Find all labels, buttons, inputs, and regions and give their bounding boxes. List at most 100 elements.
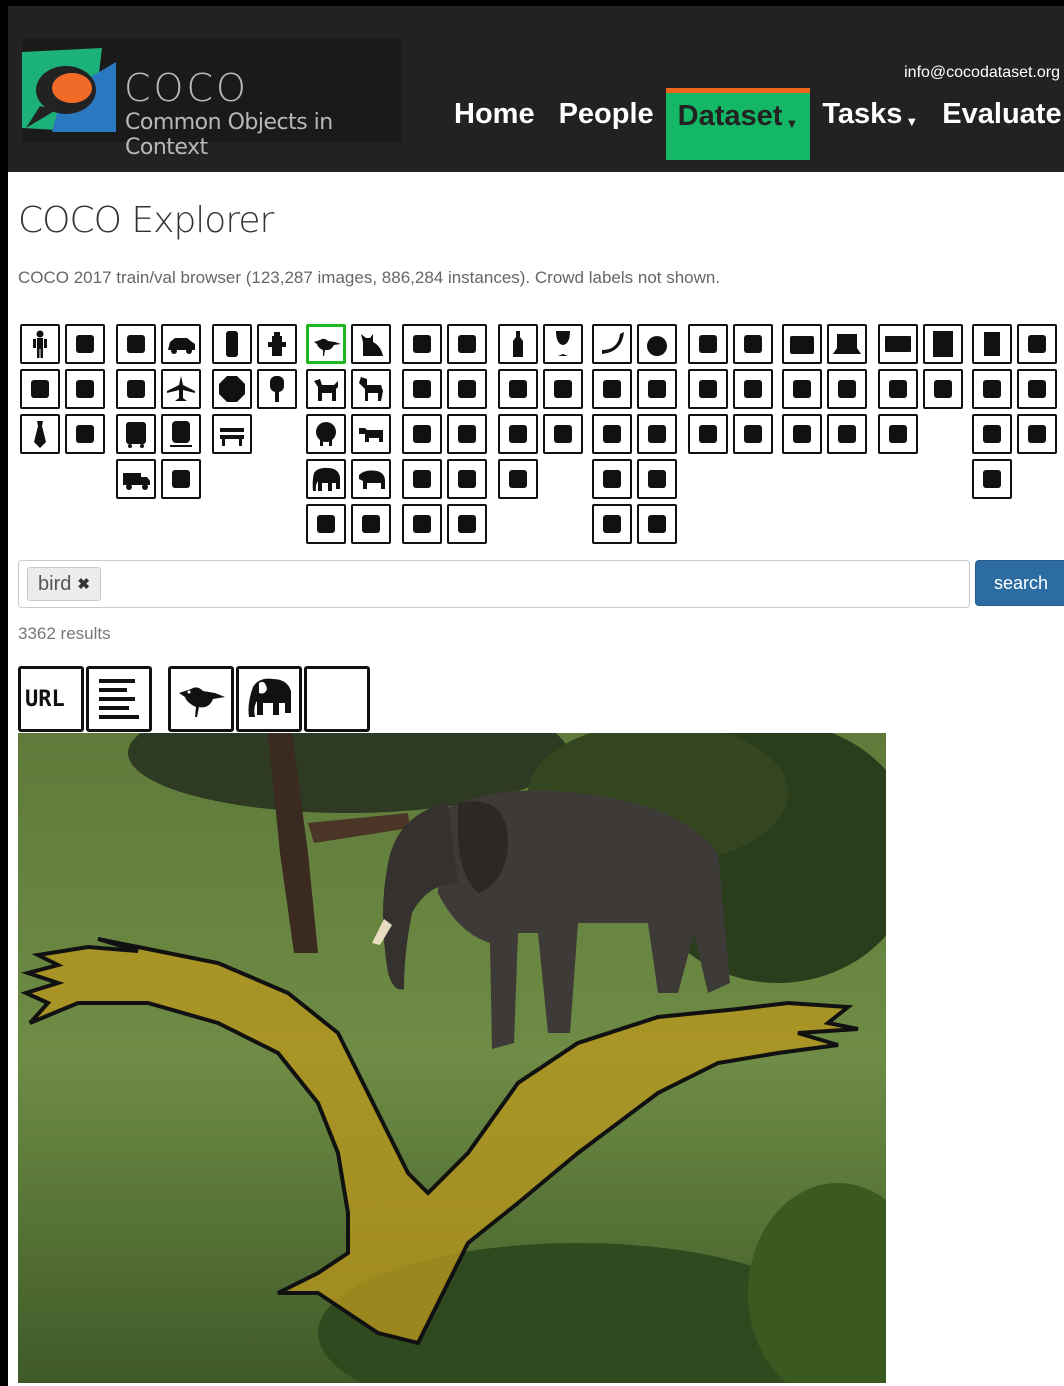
bear-icon	[359, 470, 385, 489]
category-banana[interactable]	[592, 324, 632, 364]
category-hot-dog[interactable]	[592, 459, 632, 499]
category-tv[interactable]	[782, 324, 822, 364]
category-orange[interactable]	[637, 369, 677, 409]
category-dining-table[interactable]	[688, 414, 728, 454]
category-bird[interactable]	[306, 324, 346, 364]
category-horse[interactable]	[351, 369, 391, 409]
nav-home[interactable]: Home	[442, 88, 547, 160]
category-carrot[interactable]	[637, 414, 677, 454]
category-boat[interactable]	[161, 459, 201, 499]
category-snowboard[interactable]	[402, 369, 442, 409]
category-bear[interactable]	[351, 459, 391, 499]
nav-people[interactable]: People	[547, 88, 666, 160]
category-knife[interactable]	[498, 414, 538, 454]
category-bottle[interactable]	[498, 324, 538, 364]
category-dog[interactable]	[306, 369, 346, 409]
elephant-filter-button[interactable]	[236, 666, 302, 732]
url-button[interactable]: URL	[18, 666, 84, 732]
category-skateboard[interactable]	[447, 459, 487, 499]
category-giraffe[interactable]	[351, 504, 391, 544]
category-zebra[interactable]	[306, 504, 346, 544]
category-sheep[interactable]	[306, 414, 346, 454]
category-car[interactable]	[161, 324, 201, 364]
category-frisbee[interactable]	[402, 324, 442, 364]
category-bicycle[interactable]	[116, 324, 156, 364]
category-airplane[interactable]	[161, 369, 201, 409]
category-sports-ball[interactable]	[447, 369, 487, 409]
caption-button[interactable]	[86, 666, 152, 732]
search-input[interactable]: bird ✖	[18, 560, 970, 608]
category-hair-drier[interactable]	[1017, 414, 1057, 454]
carrot-icon	[648, 425, 666, 443]
category-bed[interactable]	[733, 369, 773, 409]
category-toaster[interactable]	[878, 369, 918, 409]
category-stop-sign[interactable]	[212, 369, 252, 409]
category-mouse[interactable]	[782, 369, 822, 409]
category-donut[interactable]	[592, 504, 632, 544]
category-apple[interactable]	[637, 324, 677, 364]
bird-filter-button[interactable]	[168, 666, 234, 732]
category-train[interactable]	[161, 414, 201, 454]
category-microwave[interactable]	[878, 324, 918, 364]
contact-email-link[interactable]: info@cocodataset.org	[904, 64, 1060, 82]
category-baseball-glove[interactable]	[402, 459, 442, 499]
nav-tasks[interactable]: Tasks ▼	[810, 88, 930, 160]
coco-logo[interactable]: COCO Common Objects in Context	[22, 38, 402, 160]
category-fork[interactable]	[543, 369, 583, 409]
category-surfboard[interactable]	[402, 504, 442, 544]
category-couch[interactable]	[733, 324, 773, 364]
search-button[interactable]: search	[975, 560, 1064, 606]
category-kite[interactable]	[402, 414, 442, 454]
category-sandwich[interactable]	[592, 369, 632, 409]
remove-tag-icon[interactable]: ✖	[77, 575, 90, 593]
category-remote[interactable]	[827, 369, 867, 409]
category-oven[interactable]	[923, 324, 963, 364]
category-elephant[interactable]	[306, 459, 346, 499]
search-tag[interactable]: bird ✖	[27, 567, 101, 601]
category-cat[interactable]	[351, 324, 391, 364]
category-handbag[interactable]	[65, 369, 105, 409]
category-cake[interactable]	[637, 504, 677, 544]
nav-evaluate[interactable]: Evaluate▼	[930, 88, 1064, 160]
kite-icon	[413, 425, 431, 443]
category-backpack[interactable]	[65, 324, 105, 364]
category-potted-plant[interactable]	[688, 369, 728, 409]
category-bus[interactable]	[116, 414, 156, 454]
category-skis[interactable]	[447, 324, 487, 364]
category-wine-glass[interactable]	[543, 324, 583, 364]
annotated-image[interactable]	[18, 733, 886, 1383]
category-parking-meter[interactable]	[257, 369, 297, 409]
category-pizza[interactable]	[637, 459, 677, 499]
category-toothbrush[interactable]	[972, 459, 1012, 499]
category-vase[interactable]	[972, 369, 1012, 409]
category-umbrella[interactable]	[20, 369, 60, 409]
category-suitcase[interactable]	[65, 414, 105, 454]
category-refrigerator[interactable]	[878, 414, 918, 454]
category-book[interactable]	[972, 324, 1012, 364]
category-truck[interactable]	[116, 459, 156, 499]
category-clock[interactable]	[1017, 324, 1057, 364]
category-traffic-light[interactable]	[212, 324, 252, 364]
category-cell-phone[interactable]	[827, 414, 867, 454]
category-bowl[interactable]	[498, 459, 538, 499]
category-laptop[interactable]	[827, 324, 867, 364]
category-cup[interactable]	[498, 369, 538, 409]
category-fire-hydrant[interactable]	[257, 324, 297, 364]
category-keyboard[interactable]	[782, 414, 822, 454]
category-motorcycle[interactable]	[116, 369, 156, 409]
category-sink[interactable]	[923, 369, 963, 409]
category-bench[interactable]	[212, 414, 252, 454]
category-chair[interactable]	[688, 324, 728, 364]
category-person[interactable]	[20, 324, 60, 364]
nav-dataset[interactable]: Dataset ▼	[665, 88, 811, 160]
category-broccoli[interactable]	[592, 414, 632, 454]
category-baseball-bat[interactable]	[447, 414, 487, 454]
category-scissors[interactable]	[1017, 369, 1057, 409]
category-spoon[interactable]	[543, 414, 583, 454]
blank-filter-button[interactable]	[304, 666, 370, 732]
category-tennis-racket[interactable]	[447, 504, 487, 544]
category-cow[interactable]	[351, 414, 391, 454]
category-teddy-bear[interactable]	[972, 414, 1012, 454]
category-tie[interactable]	[20, 414, 60, 454]
category-toilet[interactable]	[733, 414, 773, 454]
